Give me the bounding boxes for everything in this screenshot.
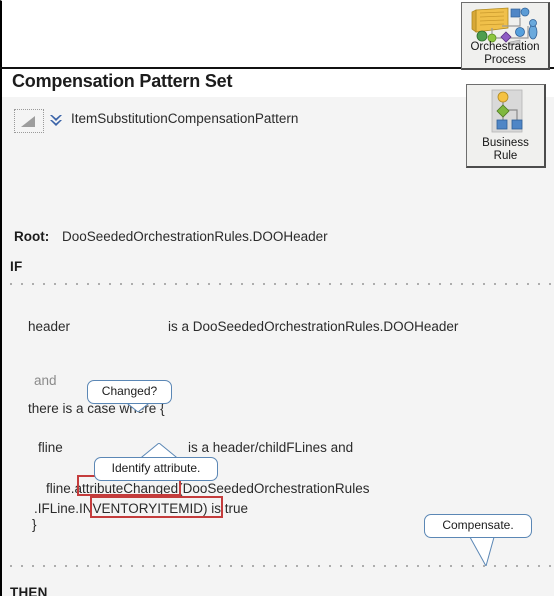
business-rule-label-line2: Rule <box>493 149 518 162</box>
if-separator <box>10 283 554 285</box>
condition-and-connector[interactable]: and <box>34 373 57 388</box>
page-title: Compensation Pattern Set <box>12 71 233 91</box>
business-rule-button[interactable]: Business Rule <box>466 84 546 168</box>
condition-header-type[interactable]: is a DooSeededOrchestrationRules.DOOHead… <box>168 319 458 334</box>
business-rule-icon <box>467 88 544 133</box>
orchestration-process-icon <box>462 6 548 46</box>
business-rule-label-line1: Business <box>482 137 529 149</box>
collapse-toggle-button[interactable] <box>14 109 44 133</box>
pattern-name-label[interactable]: ItemSubstitutionCompensationPattern <box>71 111 298 126</box>
screenshot-root: Compensation Pattern Set ItemSubstitutio… <box>0 0 554 596</box>
collapse-triangle-icon <box>21 116 35 127</box>
if-keyword: IF <box>10 259 23 274</box>
orchestration-process-button[interactable]: Orchestration Process <box>461 2 550 70</box>
condition-fline-variable[interactable]: fline <box>38 440 63 455</box>
orchestration-process-label-line1: Orchestration <box>470 41 540 53</box>
callout-identify-attribute: Identify attribute. <box>94 457 218 481</box>
chevron-double-down-icon[interactable] <box>49 112 63 130</box>
condition-fline-type[interactable]: is a header/childFLines and <box>188 440 353 455</box>
condition-header-variable[interactable]: header <box>28 319 70 334</box>
root-label: Root: <box>14 229 50 244</box>
callout-changed: Changed? <box>87 380 172 404</box>
orchestration-process-label: Orchestration Process <box>462 41 548 66</box>
root-value[interactable]: DooSeededOrchestrationRules.DOOHeader <box>62 229 328 244</box>
highlight-inventory-item-id <box>90 496 223 518</box>
callout-compensate: Compensate. <box>424 514 532 538</box>
orchestration-process-label-line2: Process <box>484 53 526 66</box>
condition-close-brace: } <box>32 517 37 532</box>
then-keyword: THEN <box>10 585 48 596</box>
business-rule-label: Business Rule <box>467 137 544 162</box>
